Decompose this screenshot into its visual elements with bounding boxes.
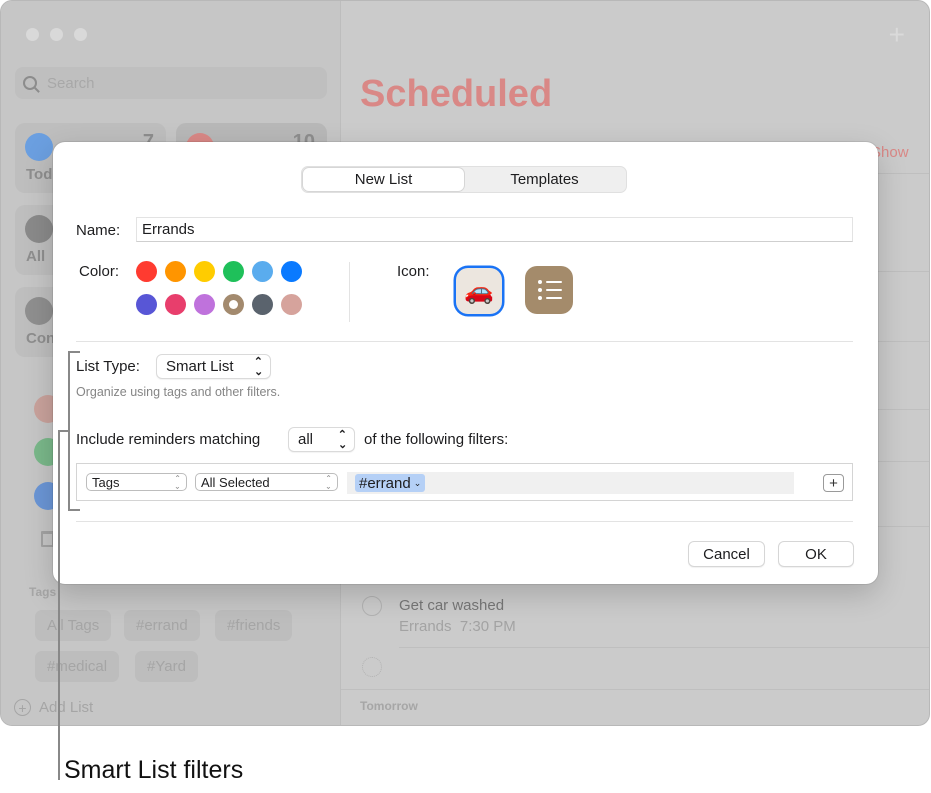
color-swatch[interactable] [194,261,215,282]
completed-label: Con [26,330,56,347]
tag-yard[interactable]: #Yard [135,651,198,682]
add-list-button[interactable]: + Add List [14,699,93,716]
include-suffix: of the following filters: [364,431,509,448]
icon-option-car[interactable]: 🚗 [456,268,502,314]
cancel-button[interactable]: Cancel [688,541,765,567]
color-swatch[interactable] [165,261,186,282]
list-type-label: List Type: [76,358,140,375]
chevron-down-icon: ⌄ [413,477,422,488]
close-window-button[interactable] [26,28,39,41]
color-swatch[interactable] [194,294,215,315]
new-reminder-checkbox[interactable] [362,657,382,677]
today-label: Tod [26,166,53,183]
search-icon [23,76,37,90]
minimize-window-button[interactable] [50,28,63,41]
add-list-label: Add List [39,699,94,716]
color-swatch[interactable] [165,294,186,315]
callout-leader [58,430,60,780]
match-popup[interactable]: all ⌃ ⌃ [288,427,355,452]
tag-all-tags[interactable]: All Tags [35,610,112,641]
list-type-popup[interactable]: Smart List ⌃ ⌃ [156,354,271,379]
chevron-updown-icon: ⌃ ⌃ [253,356,263,377]
reminder-time: 7:30 PM [459,618,516,635]
icon-option-list[interactable] [525,266,573,314]
reminder-subtitle: Errands 7:30 PM [399,618,516,635]
name-label: Name: [76,222,121,239]
car-icon: 🚗 [464,277,494,305]
chevron-updown-icon: ⌃ ⌃ [337,429,347,450]
add-circle-icon: + [14,699,31,716]
filter-field-value: Tags [92,474,120,490]
callout-label: Smart List filters [64,756,244,784]
color-swatch[interactable] [252,261,273,282]
filter-mode-popup[interactable]: All Selected ⌃ ⌃ [195,473,338,491]
color-swatch[interactable] [281,294,302,315]
list-type-value: Smart List [166,358,234,375]
add-filter-button[interactable]: + [823,474,844,492]
search-placeholder: Search [47,74,95,92]
ok-button[interactable]: OK [778,541,854,567]
zoom-window-button[interactable] [74,28,87,41]
match-value: all [298,431,314,448]
tag-token-field[interactable]: #errand ⌄ [347,472,794,494]
filter-field-popup[interactable]: Tags ⌃ ⌃ [86,473,187,491]
tag-errand[interactable]: #errand [124,610,200,641]
divider [341,689,929,690]
tags-heading: Tags [29,585,57,599]
list-type-hint: Organize using tags and other filters. [76,385,281,399]
page-title: Scheduled [360,73,553,115]
filter-mode-value: All Selected [201,474,270,490]
reminder-title[interactable]: Get car washed [399,597,504,614]
color-swatch[interactable] [223,261,244,282]
chevron-updown-icon: ⌃ ⌃ [174,474,181,491]
tray-icon [25,215,53,243]
new-list-dialog: New List Templates Name: Errands Color: … [53,142,878,584]
dialog-tabs: New List Templates [301,166,627,193]
color-swatch[interactable] [223,294,244,315]
tag-token-label: #errand [359,474,411,492]
list-bullet-icon [538,280,573,284]
reminder-list: Errands [399,618,452,635]
divider [399,647,929,648]
all-label: All [26,248,46,265]
add-reminder-icon[interactable]: + [889,19,905,51]
filter-row: Tags ⌃ ⌃ All Selected ⌃ ⌃ #errand ⌄ + [76,463,853,501]
color-swatch[interactable] [136,294,157,315]
tag-token[interactable]: #errand ⌄ [355,474,426,492]
divider [76,521,853,522]
color-label: Color: [79,263,120,280]
tab-templates[interactable]: Templates [464,168,625,191]
color-swatch[interactable] [136,261,157,282]
include-prefix: Include reminders matching [76,431,261,448]
divider [349,262,350,322]
color-swatch[interactable] [252,294,273,315]
tab-new-list[interactable]: New List [303,168,464,191]
icon-label: Icon: [397,263,430,280]
tag-medical[interactable]: #medical [35,651,120,682]
checkmark-icon [25,297,53,325]
tag-friends[interactable]: #friends [215,610,293,641]
reminder-checkbox[interactable] [362,596,382,616]
calendar-icon [25,133,53,161]
section-tomorrow: Tomorrow [360,699,418,713]
chevron-updown-icon: ⌃ ⌃ [325,474,332,491]
color-swatch[interactable] [281,261,302,282]
divider [76,341,853,342]
name-field[interactable]: Errands [136,217,853,242]
search-field[interactable]: Search [15,67,327,99]
